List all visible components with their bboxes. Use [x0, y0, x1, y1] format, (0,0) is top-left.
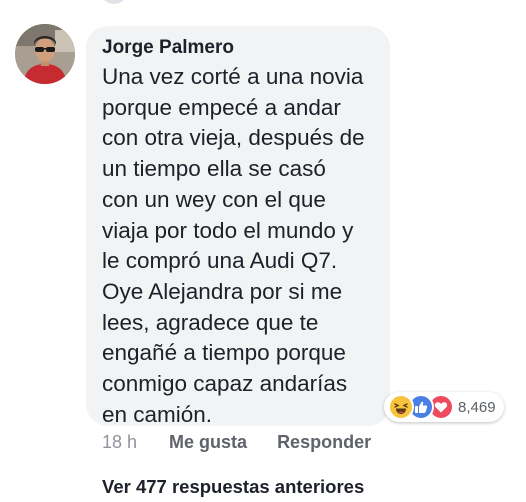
comment-text-line: porque empecé a andar: [102, 94, 341, 120]
reactions-summary[interactable]: 8,469: [384, 392, 504, 422]
reply-button[interactable]: Responder: [277, 432, 371, 453]
profile-photo: [15, 24, 75, 84]
haha-icon: [388, 394, 414, 420]
comment-text-line: lees, agradece que te: [102, 309, 319, 335]
previous-comment-avatar: [100, 0, 128, 4]
comment-author[interactable]: Jorge Palmero: [102, 37, 234, 59]
comment-text-line: engañé a tiempo porque: [102, 340, 346, 366]
reaction-count: 8,469: [458, 398, 496, 416]
comment-text-line: viaja por todo el mundo y: [102, 217, 354, 243]
comment-text-line: le compró una Audi Q7.: [102, 248, 338, 274]
comment-timestamp[interactable]: 18 h: [102, 432, 137, 453]
comment-text: Una vez corté a una novia porque empecé …: [102, 62, 392, 430]
avatar[interactable]: [15, 24, 75, 84]
comment-text-line: conmigo capaz andarías: [102, 371, 348, 397]
comment-text-line: Una vez corté a una novia: [102, 64, 364, 89]
comment-text-line: Oye Alejandra por si me: [102, 278, 343, 304]
comment-text-line: con un wey con el que: [102, 186, 326, 212]
comment-text-line: en camión.: [102, 401, 213, 427]
view-previous-replies-link[interactable]: Ver 477 respuestas anteriores: [102, 476, 364, 498]
like-button[interactable]: Me gusta: [169, 432, 247, 453]
comment-text-line: un tiempo ella se casó: [102, 156, 326, 182]
comment-text-line: con otra vieja, después de: [102, 125, 365, 151]
comment-actions: 18 h Me gusta Responder: [102, 432, 371, 453]
